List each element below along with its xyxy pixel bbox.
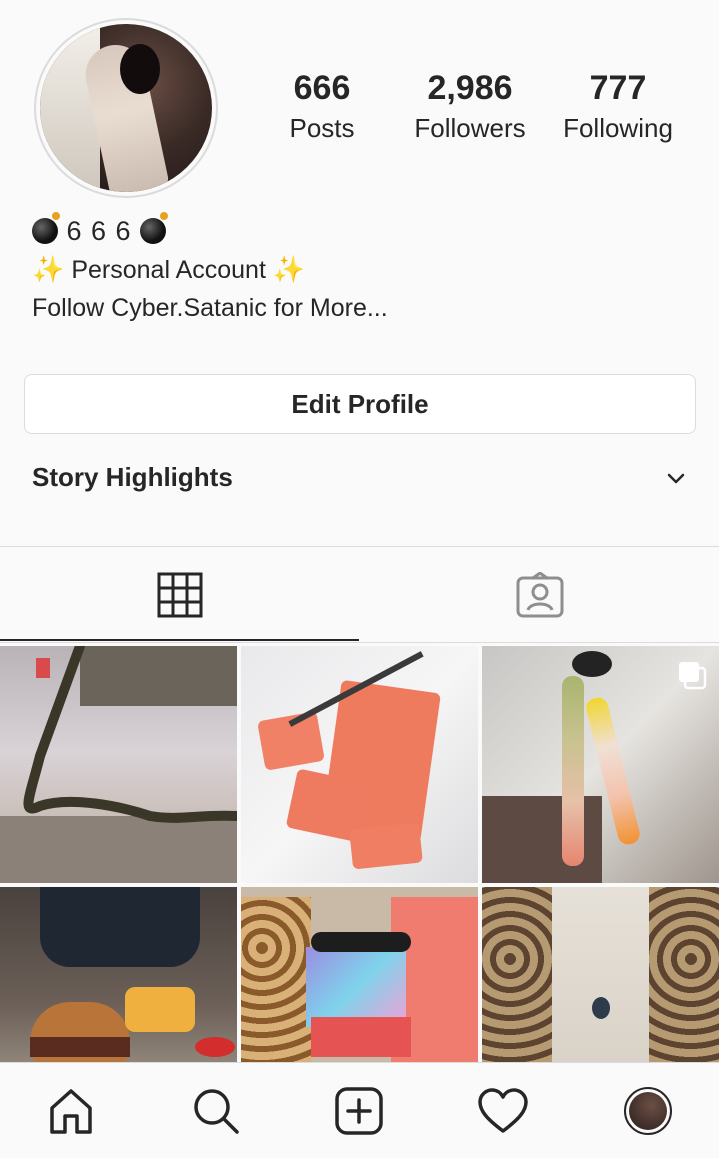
sparkles-emoji: ✨ bbox=[32, 254, 65, 284]
bottom-navigation bbox=[0, 1062, 719, 1158]
divider bbox=[0, 642, 719, 643]
post-thumbnail[interactable] bbox=[241, 646, 478, 883]
tab-grid[interactable] bbox=[0, 548, 359, 642]
bio-text: Follow Cyber.Satanic for More... bbox=[32, 294, 388, 322]
post-thumbnail[interactable] bbox=[482, 646, 719, 883]
home-icon[interactable] bbox=[45, 1085, 97, 1137]
divider bbox=[0, 546, 719, 547]
search-icon[interactable] bbox=[190, 1085, 242, 1137]
posts-count: 666 bbox=[293, 69, 351, 107]
grid-icon bbox=[157, 572, 202, 618]
bomb-emoji bbox=[140, 212, 169, 244]
followers-stat[interactable]: 2,986 Followers bbox=[405, 68, 535, 144]
multiple-photos-icon bbox=[679, 662, 707, 690]
tab-tagged[interactable] bbox=[360, 548, 719, 642]
followers-label: Followers bbox=[414, 113, 526, 143]
activity-heart-icon[interactable] bbox=[477, 1085, 529, 1137]
chevron-down-icon[interactable] bbox=[664, 466, 688, 490]
add-post-icon[interactable] bbox=[333, 1085, 385, 1137]
category-text: Personal Account bbox=[71, 256, 266, 284]
tagged-icon bbox=[516, 572, 563, 618]
posts-stat[interactable]: 666 Posts bbox=[278, 68, 366, 144]
name-text: 6 6 6 bbox=[66, 216, 132, 246]
active-tab-indicator bbox=[0, 639, 359, 641]
story-highlights-title[interactable]: Story Highlights bbox=[32, 462, 233, 493]
edit-profile-button[interactable]: Edit Profile bbox=[24, 374, 696, 434]
profile-tab-avatar[interactable] bbox=[622, 1085, 674, 1137]
profile-category: ✨ Personal Account ✨ bbox=[32, 254, 305, 285]
sparkles-emoji: ✨ bbox=[272, 254, 306, 284]
followers-count: 2,986 bbox=[427, 69, 513, 107]
post-thumbnail[interactable] bbox=[0, 646, 237, 883]
following-count: 777 bbox=[589, 69, 647, 107]
following-stat[interactable]: 777 Following bbox=[553, 68, 683, 144]
profile-name: 6 6 6 bbox=[32, 212, 169, 247]
bomb-emoji bbox=[32, 212, 60, 244]
following-label: Following bbox=[563, 113, 673, 143]
profile-avatar[interactable] bbox=[34, 18, 218, 198]
profile-photo bbox=[40, 24, 212, 192]
posts-label: Posts bbox=[289, 113, 355, 143]
